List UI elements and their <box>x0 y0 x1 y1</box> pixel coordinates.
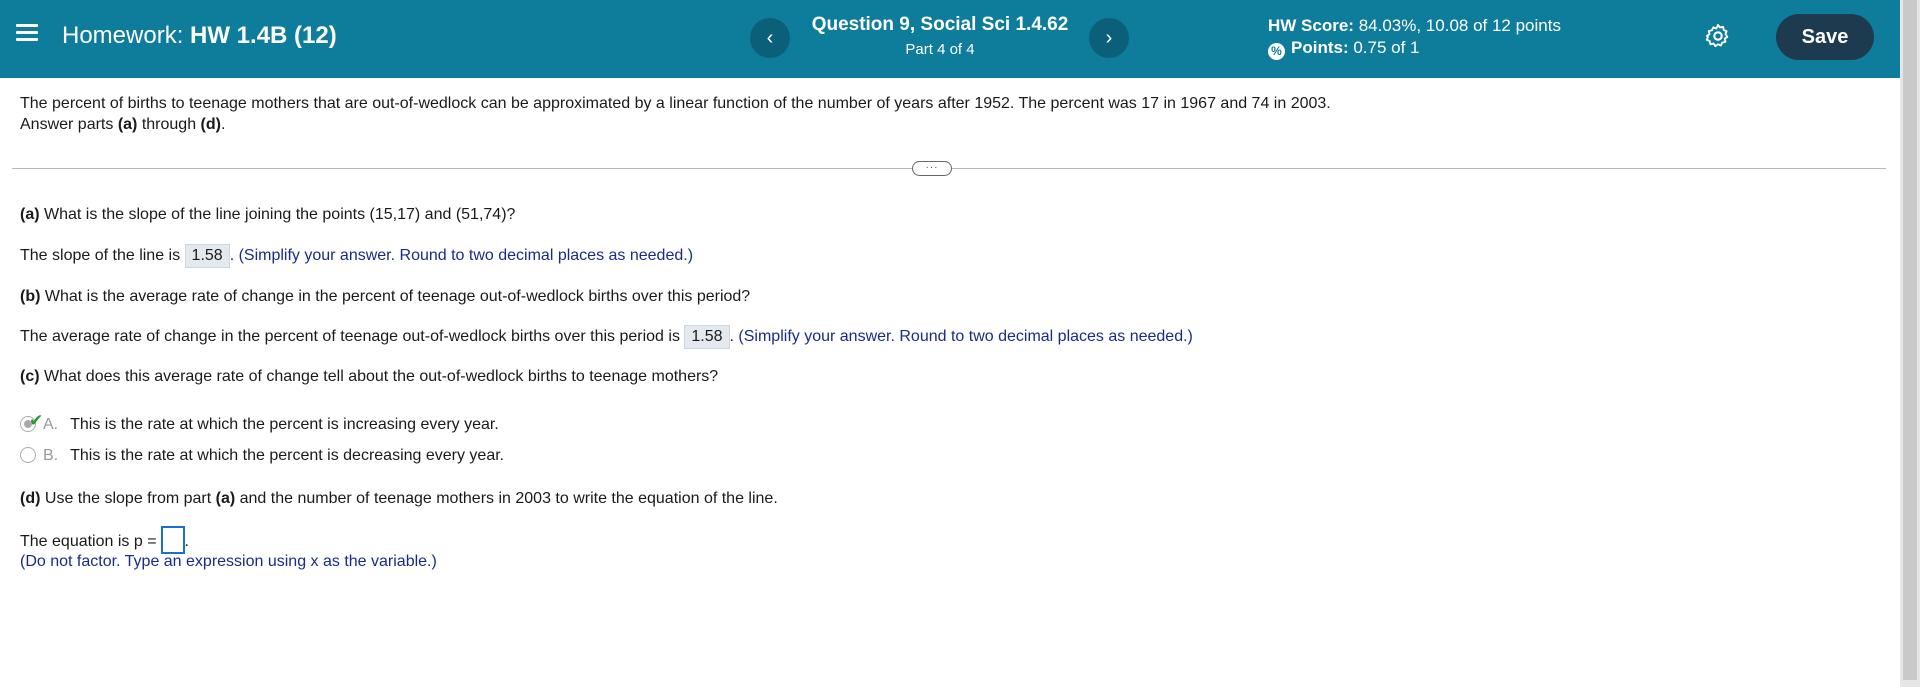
top-bar: Homework: HW 1.4B (12) ‹ Question 9, Soc… <box>0 0 1900 78</box>
part-b-answer-box[interactable]: 1.58 <box>684 325 730 349</box>
previous-question-button[interactable]: ‹ <box>750 18 790 58</box>
part-c-label: (c) <box>20 368 40 385</box>
equation-input[interactable] <box>160 526 185 554</box>
part-d-answer-post: . <box>184 533 189 550</box>
part-d-ref: (a) <box>215 490 236 507</box>
points-value: 0.75 of 1 <box>1353 38 1420 57</box>
hw-score-value: 84.03%, 10.08 of 12 points <box>1358 16 1561 35</box>
title-prefix: Homework: <box>62 22 184 49</box>
partial-credit-icon: % <box>1268 43 1285 60</box>
choice-b[interactable]: B. This is the rate at which the percent … <box>20 447 504 465</box>
part-d-question: (d) Use the slope from part (a) and the … <box>20 490 778 508</box>
problem-text: The percent of births to teenage mothers… <box>20 95 1331 112</box>
part-d-question-text-end: and the number of teenage mothers in 200… <box>235 490 778 507</box>
part-a-question-text: What is the slope of the line joining th… <box>39 206 516 223</box>
settings-gear-icon[interactable] <box>1704 22 1732 50</box>
choice-a-text: This is the rate at which the percent is… <box>70 416 499 433</box>
choice-b-radio[interactable] <box>20 447 36 463</box>
instruction-text: . <box>220 116 226 133</box>
part-a-answer: The slope of the line is 1.58. (Simplify… <box>20 244 693 268</box>
problem-statement: The percent of births to teenage mothers… <box>20 93 1331 135</box>
homework-title: Homework: HW 1.4B (12) <box>62 22 337 50</box>
question-part: Part 4 of 4 <box>905 41 975 58</box>
hw-score: HW Score: 84.03%, 10.08 of 12 points <box>1268 16 1561 38</box>
choice-b-text: This is the rate at which the percent is… <box>70 447 505 464</box>
part-c-question: (c) What does this average rate of chang… <box>20 368 718 386</box>
choice-b-letter: B. <box>43 447 59 464</box>
part-d-answer: The equation is p =. <box>20 526 189 554</box>
instruction-part-a: (a) <box>117 116 138 133</box>
choice-a-letter: A. <box>43 416 59 433</box>
points: % Points: 0.75 of 1 <box>1268 38 1561 60</box>
scrollbar-thumb[interactable] <box>1903 0 1917 680</box>
part-a-hint: (Simplify your answer. Round to two deci… <box>238 247 694 264</box>
save-button[interactable]: Save <box>1776 14 1874 60</box>
correct-check-icon: ✔ <box>29 411 44 430</box>
part-b-question-text: What is the average rate of change in th… <box>40 288 751 305</box>
part-d-answer-text: The equation is p = <box>20 533 157 550</box>
part-b-answer: The average rate of change in the percen… <box>20 325 1193 349</box>
instruction-text: Answer parts <box>20 116 118 133</box>
part-a-label: (a) <box>20 206 40 223</box>
choice-a[interactable]: ✔ A. This is the rate at which the percent… <box>20 411 499 434</box>
part-a-answer-post: . <box>229 247 239 264</box>
question-title: Question 9, Social Sci 1.4.62 <box>811 14 1069 35</box>
part-a-answer-box[interactable]: 1.58 <box>184 244 230 268</box>
part-b-label: (b) <box>20 288 41 305</box>
part-b-hint: (Simplify your answer. Round to two deci… <box>738 328 1193 345</box>
part-d-label: (d) <box>20 490 41 507</box>
part-d-question-text: Use the slope from part <box>40 490 216 507</box>
question-info: Question 9, Social Sci 1.4.62 Part 4 of … <box>790 14 1090 58</box>
choice-a-radio[interactable]: ✔ <box>20 411 43 432</box>
next-question-button[interactable]: › <box>1089 18 1129 58</box>
part-a-answer-text: The slope of the line is <box>20 247 185 264</box>
part-b-answer-text: The average rate of change in the percen… <box>20 328 685 345</box>
menu-icon[interactable] <box>16 24 38 46</box>
answer-parts-instruction: Answer parts (a) through (d). <box>20 114 1331 135</box>
homework-name: HW 1.4B (12) <box>190 22 337 49</box>
points-label: Points: <box>1291 38 1349 57</box>
part-b-question: (b) What is the average rate of change i… <box>20 288 750 306</box>
hw-score-label: HW Score: <box>1268 16 1354 35</box>
score-panel: HW Score: 84.03%, 10.08 of 12 points % Po… <box>1268 16 1561 60</box>
part-d-hint: (Do not factor. Type an expression using… <box>20 553 437 570</box>
part-c-question-text: What does this average rate of change te… <box>39 368 719 385</box>
collapse-handle[interactable]: ··· <box>912 161 952 176</box>
instruction-text: through <box>137 116 201 133</box>
part-a-question: (a) What is the slope of the line joinin… <box>20 206 515 224</box>
instruction-part-d: (d) <box>200 116 221 133</box>
